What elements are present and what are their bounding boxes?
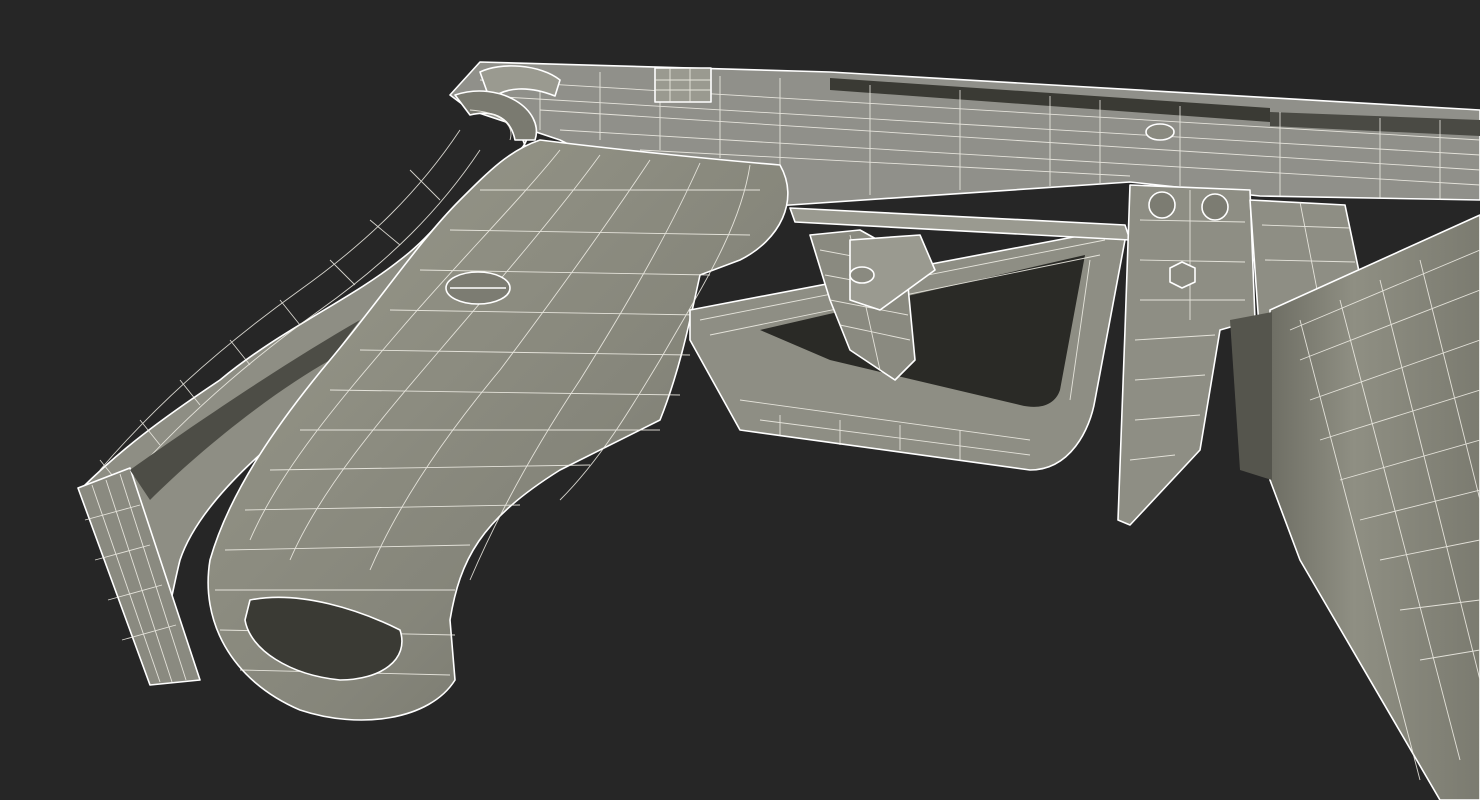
render-viewport: [0, 0, 1480, 800]
wireframe-render: [77, 61, 1480, 800]
pistol-grip: [207, 139, 789, 721]
